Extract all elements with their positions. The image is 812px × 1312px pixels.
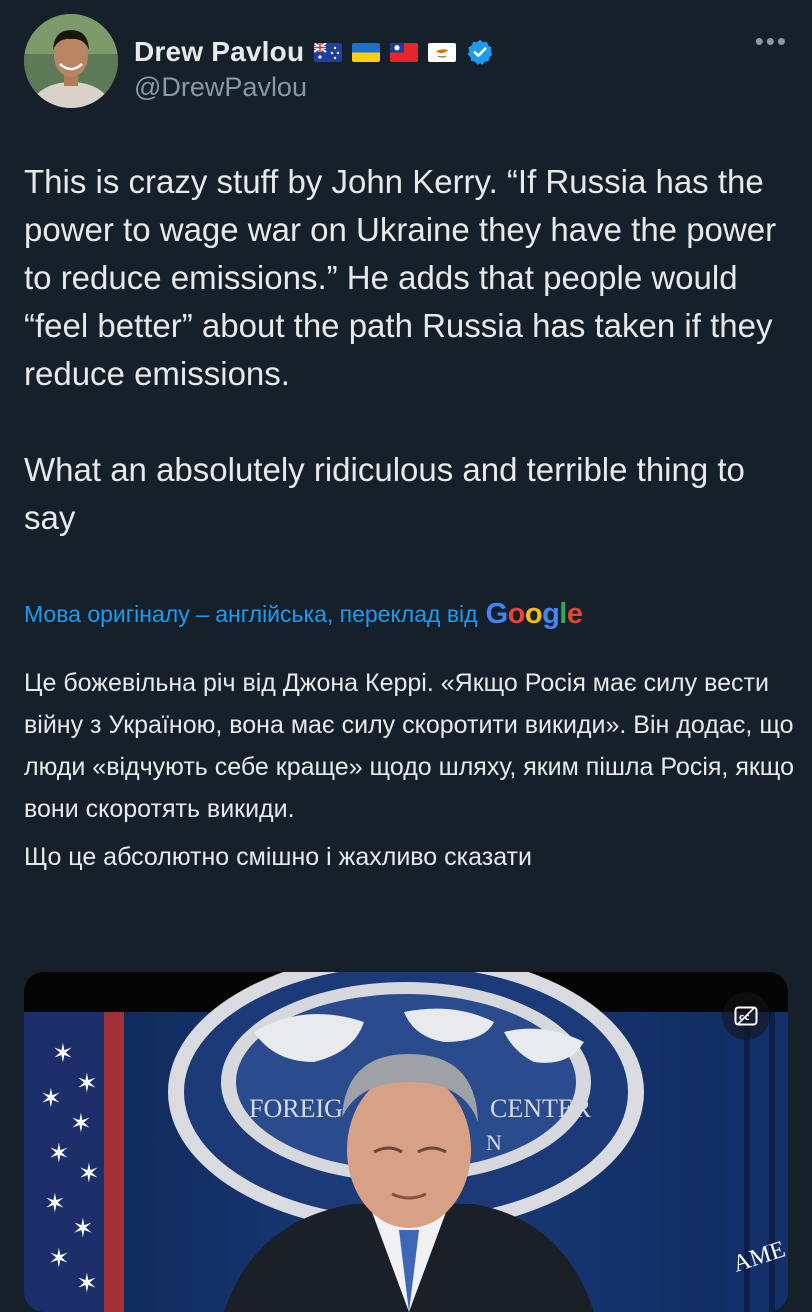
- translated-paragraph: Що це абсолютно смішно і жахливо сказати: [24, 843, 532, 871]
- tweet-header: Drew Pavlou @DrewPavlou •••: [24, 14, 788, 110]
- author-handle[interactable]: @DrewPavlou: [134, 72, 307, 103]
- avatar[interactable]: [24, 14, 118, 108]
- sign-text-right: CENTER: [490, 1094, 592, 1123]
- author-row: Drew Pavlou: [134, 34, 494, 70]
- cyprus-flag-icon: [428, 42, 457, 62]
- translation-notice[interactable]: Мова оригіналу – англійська, переклад ві…: [24, 594, 583, 634]
- australia-flag-icon: [314, 42, 343, 62]
- svg-text:✶: ✶: [48, 1139, 70, 1169]
- translated-text: Це божевільна річ від Джона Керрі. «Якщо…: [24, 662, 794, 878]
- video-frame: ✶✶✶ ✶✶✶ ✶✶✶ ✶ FOREIG CENTER N AME: [24, 972, 788, 1312]
- sign-text-sub: N: [486, 1130, 502, 1155]
- svg-text:✶: ✶: [52, 1039, 74, 1069]
- verified-badge-icon[interactable]: [466, 38, 494, 66]
- google-logo: Google: [485, 597, 583, 630]
- author-name[interactable]: Drew Pavlou: [134, 36, 304, 68]
- more-options-icon[interactable]: •••: [755, 28, 788, 54]
- ukraine-flag-icon: [352, 42, 381, 62]
- svg-text:✶: ✶: [40, 1084, 62, 1114]
- svg-text:✶: ✶: [78, 1159, 100, 1189]
- sign-text-left: FOREIG: [249, 1094, 343, 1123]
- svg-text:✶: ✶: [76, 1269, 98, 1299]
- closed-captions-icon[interactable]: cc: [722, 992, 770, 1040]
- video-player[interactable]: ✶✶✶ ✶✶✶ ✶✶✶ ✶ FOREIG CENTER N AME cc: [24, 972, 788, 1312]
- svg-text:✶: ✶: [48, 1244, 70, 1274]
- tweet-text: This is crazy stuff by John Kerry. “If R…: [24, 163, 777, 536]
- taiwan-flag-icon: [390, 42, 419, 62]
- svg-text:✶: ✶: [72, 1214, 94, 1244]
- translation-label[interactable]: Мова оригіналу – англійська, переклад ві…: [24, 601, 478, 628]
- svg-text:✶: ✶: [76, 1069, 98, 1099]
- translated-paragraph: Це божевільна річ від Джона Керрі. «Якщо…: [24, 669, 794, 823]
- svg-text:✶: ✶: [44, 1189, 66, 1219]
- svg-text:✶: ✶: [70, 1109, 92, 1139]
